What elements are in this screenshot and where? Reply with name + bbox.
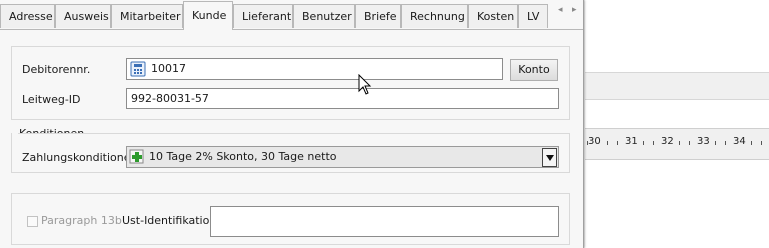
background-toolbar-band bbox=[585, 72, 769, 100]
leitweg-value: 992-80031-57 bbox=[131, 92, 209, 105]
tab-divider bbox=[0, 29, 583, 30]
ust-id-field[interactable] bbox=[210, 206, 559, 237]
calculator-icon[interactable] bbox=[130, 61, 146, 77]
customer-dialog: Adresse Ausweis Mitarbeiter Kunde Liefer… bbox=[0, 0, 584, 248]
debitor-field[interactable]: 10017 bbox=[126, 58, 503, 80]
tax-group: Paragraph 13b Ust-Identifikation bbox=[11, 193, 570, 245]
tab-kunde[interactable]: Kunde bbox=[183, 1, 233, 30]
leitweg-field[interactable]: 992-80031-57 bbox=[126, 88, 559, 109]
tab-adresse[interactable]: Adresse bbox=[0, 4, 55, 28]
ruler-number: 30 bbox=[588, 136, 601, 147]
paragraph-13b-label: Paragraph 13b bbox=[41, 214, 122, 227]
leitweg-label: Leitweg-ID bbox=[22, 93, 81, 106]
chevron-down-icon[interactable] bbox=[542, 148, 557, 167]
background-document-area: 30 31 32 33 34 bbox=[585, 0, 769, 248]
ruler-number: 33 bbox=[697, 136, 710, 147]
debitor-value: 10017 bbox=[151, 62, 186, 75]
payment-terms-value: 10 Tage 2% Skonto, 30 Tage netto bbox=[149, 150, 337, 163]
ust-id-label: Ust-Identifikation bbox=[122, 214, 217, 227]
tab-lv[interactable]: LV bbox=[518, 4, 548, 28]
ruler-number: 34 bbox=[733, 136, 746, 147]
mouse-cursor-icon bbox=[358, 74, 372, 95]
tab-rechnung[interactable]: Rechnung bbox=[401, 4, 468, 28]
scroll-left-icon[interactable]: ◂ bbox=[558, 5, 563, 15]
tab-briefe[interactable]: Briefe bbox=[355, 4, 401, 28]
paragraph-13b-checkbox[interactable] bbox=[27, 216, 38, 227]
tab-bar: Adresse Ausweis Mitarbeiter Kunde Liefer… bbox=[0, 0, 583, 30]
tab-ausweis[interactable]: Ausweis bbox=[55, 4, 111, 28]
tab-benutzer[interactable]: Benutzer bbox=[293, 4, 355, 28]
tab-kosten[interactable]: Kosten bbox=[468, 4, 518, 28]
scroll-right-icon[interactable]: ▸ bbox=[572, 5, 577, 15]
tab-lieferant[interactable]: Lieferant bbox=[233, 4, 293, 28]
debitor-label: Debitorennr. bbox=[22, 63, 91, 76]
add-icon[interactable] bbox=[129, 149, 145, 165]
ruler: 30 31 32 33 34 bbox=[585, 128, 769, 160]
ruler-number: 31 bbox=[625, 136, 638, 147]
payment-terms-label: Zahlungskonditionen bbox=[22, 151, 138, 164]
tab-mitarbeiter[interactable]: Mitarbeiter bbox=[111, 4, 183, 28]
customer-ids-group: Debitorennr. 10017 Konto Leitweg-ID 992-… bbox=[11, 46, 570, 120]
conditions-group: Zahlungskonditionen 10 Tage 2% Skonto, 3… bbox=[11, 133, 570, 173]
tab-scroll-buttons: ◂ ▸ bbox=[548, 4, 583, 28]
ruler-number: 32 bbox=[661, 136, 674, 147]
payment-terms-select[interactable]: 10 Tage 2% Skonto, 30 Tage netto bbox=[126, 146, 559, 168]
konto-button[interactable]: Konto bbox=[510, 59, 558, 81]
